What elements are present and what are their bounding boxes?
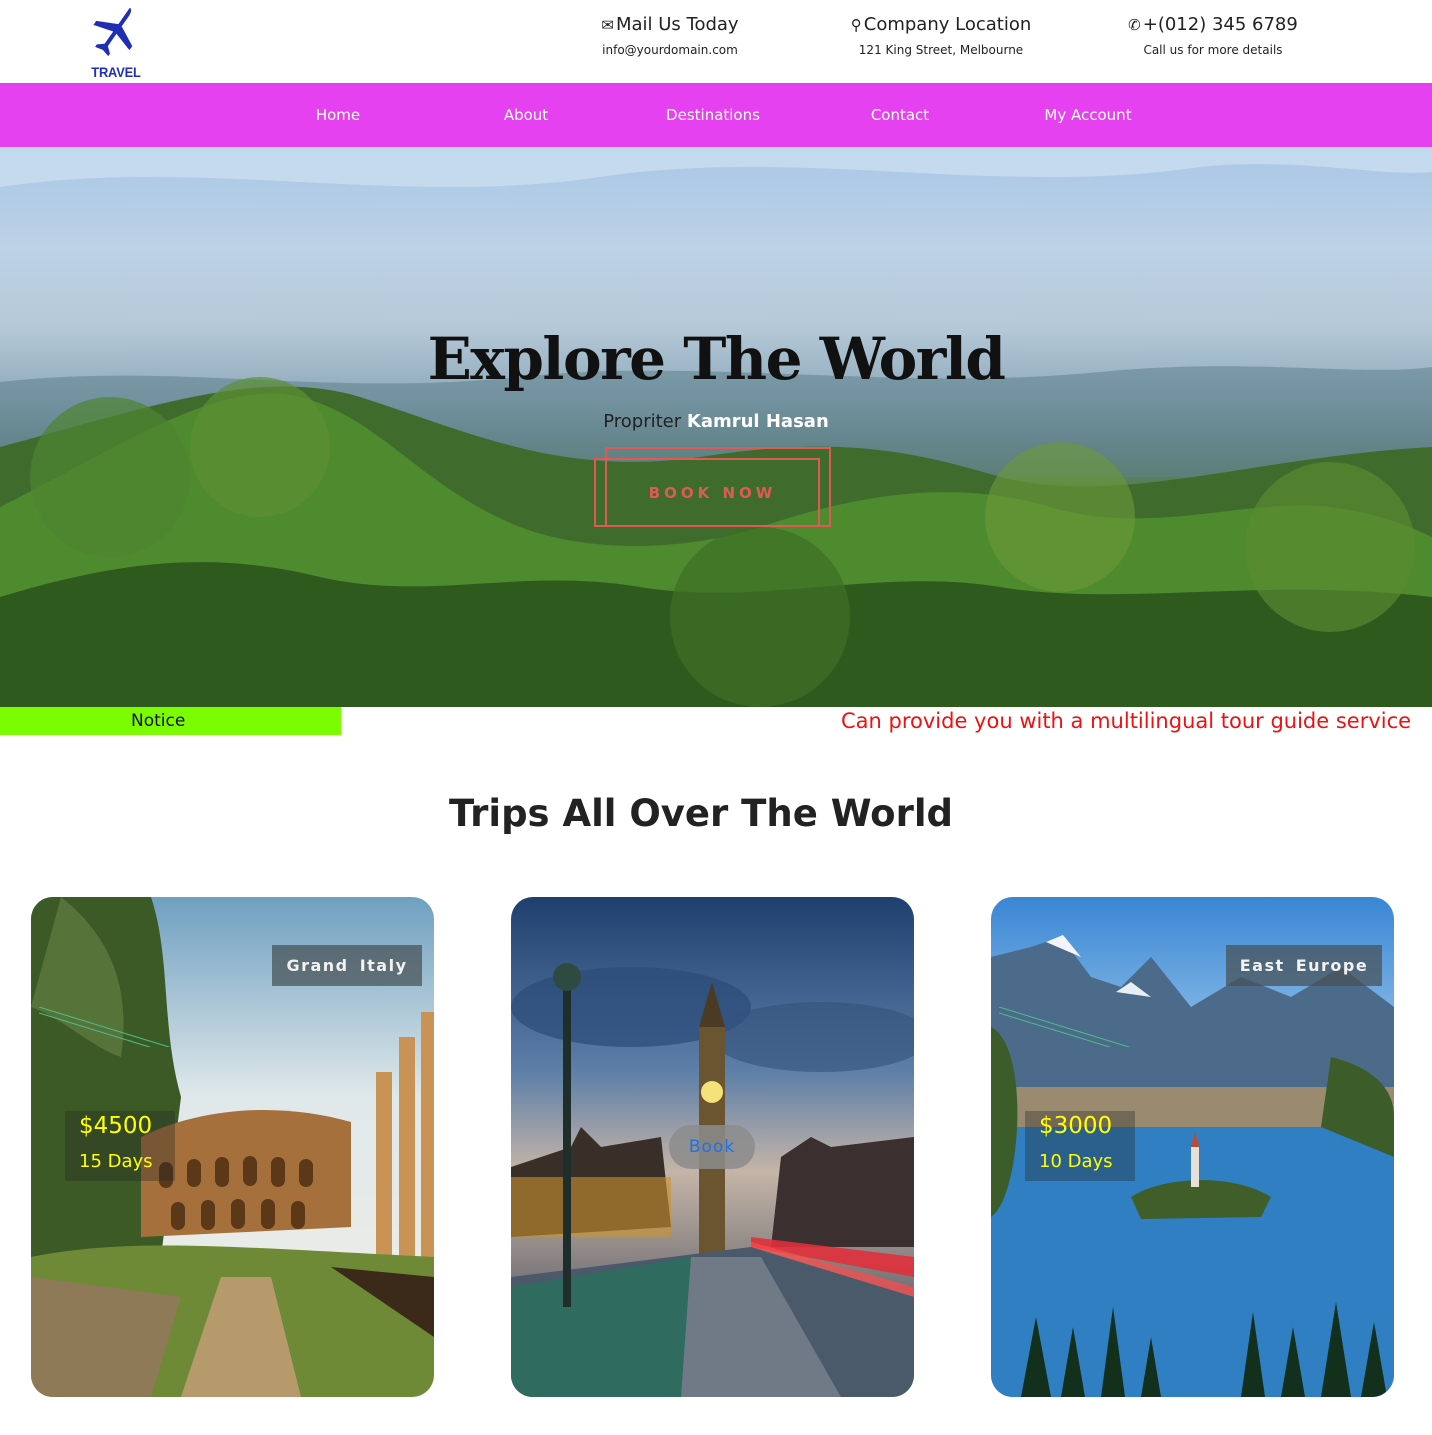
brand-logo[interactable]: TRAVEL AGENCY [68, 2, 164, 96]
mail-address[interactable]: info@yourdomain.com [570, 43, 770, 57]
card-tag-east-europe: East Europe [1226, 945, 1382, 986]
card-price-box-italy: $4500 15 Days [65, 1111, 175, 1181]
nav-about[interactable]: About [446, 83, 606, 147]
location-title: Company Location [863, 14, 1032, 35]
card-price-box-east-europe: $3000 10 Days [1025, 1111, 1135, 1181]
card-price: $4500 [79, 1113, 153, 1139]
card-price: $3000 [1039, 1113, 1113, 1139]
hero-banner: Explore The World Propriter Kamrul Hasan… [0, 147, 1432, 707]
nav-home[interactable]: Home [258, 83, 418, 147]
light-streak-decoration [999, 1007, 1131, 1047]
card-duration: 15 Days [79, 1151, 153, 1172]
location-address: 121 King Street, Melbourne [858, 43, 1024, 57]
notice-label: Notice [0, 707, 341, 735]
contact-location: ⚲ Company Location 121 King Street, Melbo… [830, 14, 1052, 57]
hero-owner: Propriter Kamrul Hasan [0, 411, 1432, 432]
mail-title: Mail Us Today [615, 14, 739, 35]
person-pin-icon: ⚲ [850, 16, 862, 34]
phone-number[interactable]: +(012) 345 6789 [1143, 14, 1298, 35]
phone-icon: ✆ [1128, 16, 1141, 34]
envelope-icon: ✉ [601, 16, 614, 34]
card-duration: 10 Days [1039, 1151, 1113, 1172]
hero-title: Explore The World [427, 325, 1006, 393]
airplane-icon [93, 7, 133, 57]
phone-subtext: Call us for more details [1143, 43, 1283, 57]
trip-card-east-europe[interactable]: East Europe $3000 10 Days [991, 897, 1394, 1397]
nav-contact[interactable]: Contact [820, 83, 980, 147]
nav-my-account[interactable]: My Account [1008, 83, 1168, 147]
trip-card-london[interactable]: Book [511, 897, 914, 1397]
book-now-label: BOOK NOW [648, 484, 777, 502]
notice-message: Can provide you with a multilingual tour… [841, 709, 1412, 733]
owner-prefix: Propriter [603, 411, 682, 432]
contact-mail: ✉ Mail Us Today info@yourdomain.com [570, 14, 770, 57]
main-nav: Home About Destinations Contact My Accou… [0, 83, 1432, 147]
contact-phone: ✆ +(012) 345 6789 Call us for more detail… [1118, 14, 1308, 57]
book-now-button[interactable]: BOOK NOW [594, 447, 831, 527]
notice-marquee: Can provide you with a multilingual tour… [341, 707, 1421, 739]
nav-destinations[interactable]: Destinations [633, 83, 793, 147]
card-book-button[interactable]: Book [669, 1125, 755, 1169]
top-header: TRAVEL AGENCY ✉Mail Us Today info@yourdo… [0, 0, 1432, 96]
light-streak-decoration [39, 1007, 171, 1047]
section-title: Trips All Over The World [448, 792, 954, 835]
card-tag-italy: Grand Italy [272, 945, 422, 986]
trip-card-italy[interactable]: Grand Italy $4500 15 Days [31, 897, 434, 1397]
owner-name: Kamrul Hasan [686, 411, 829, 432]
